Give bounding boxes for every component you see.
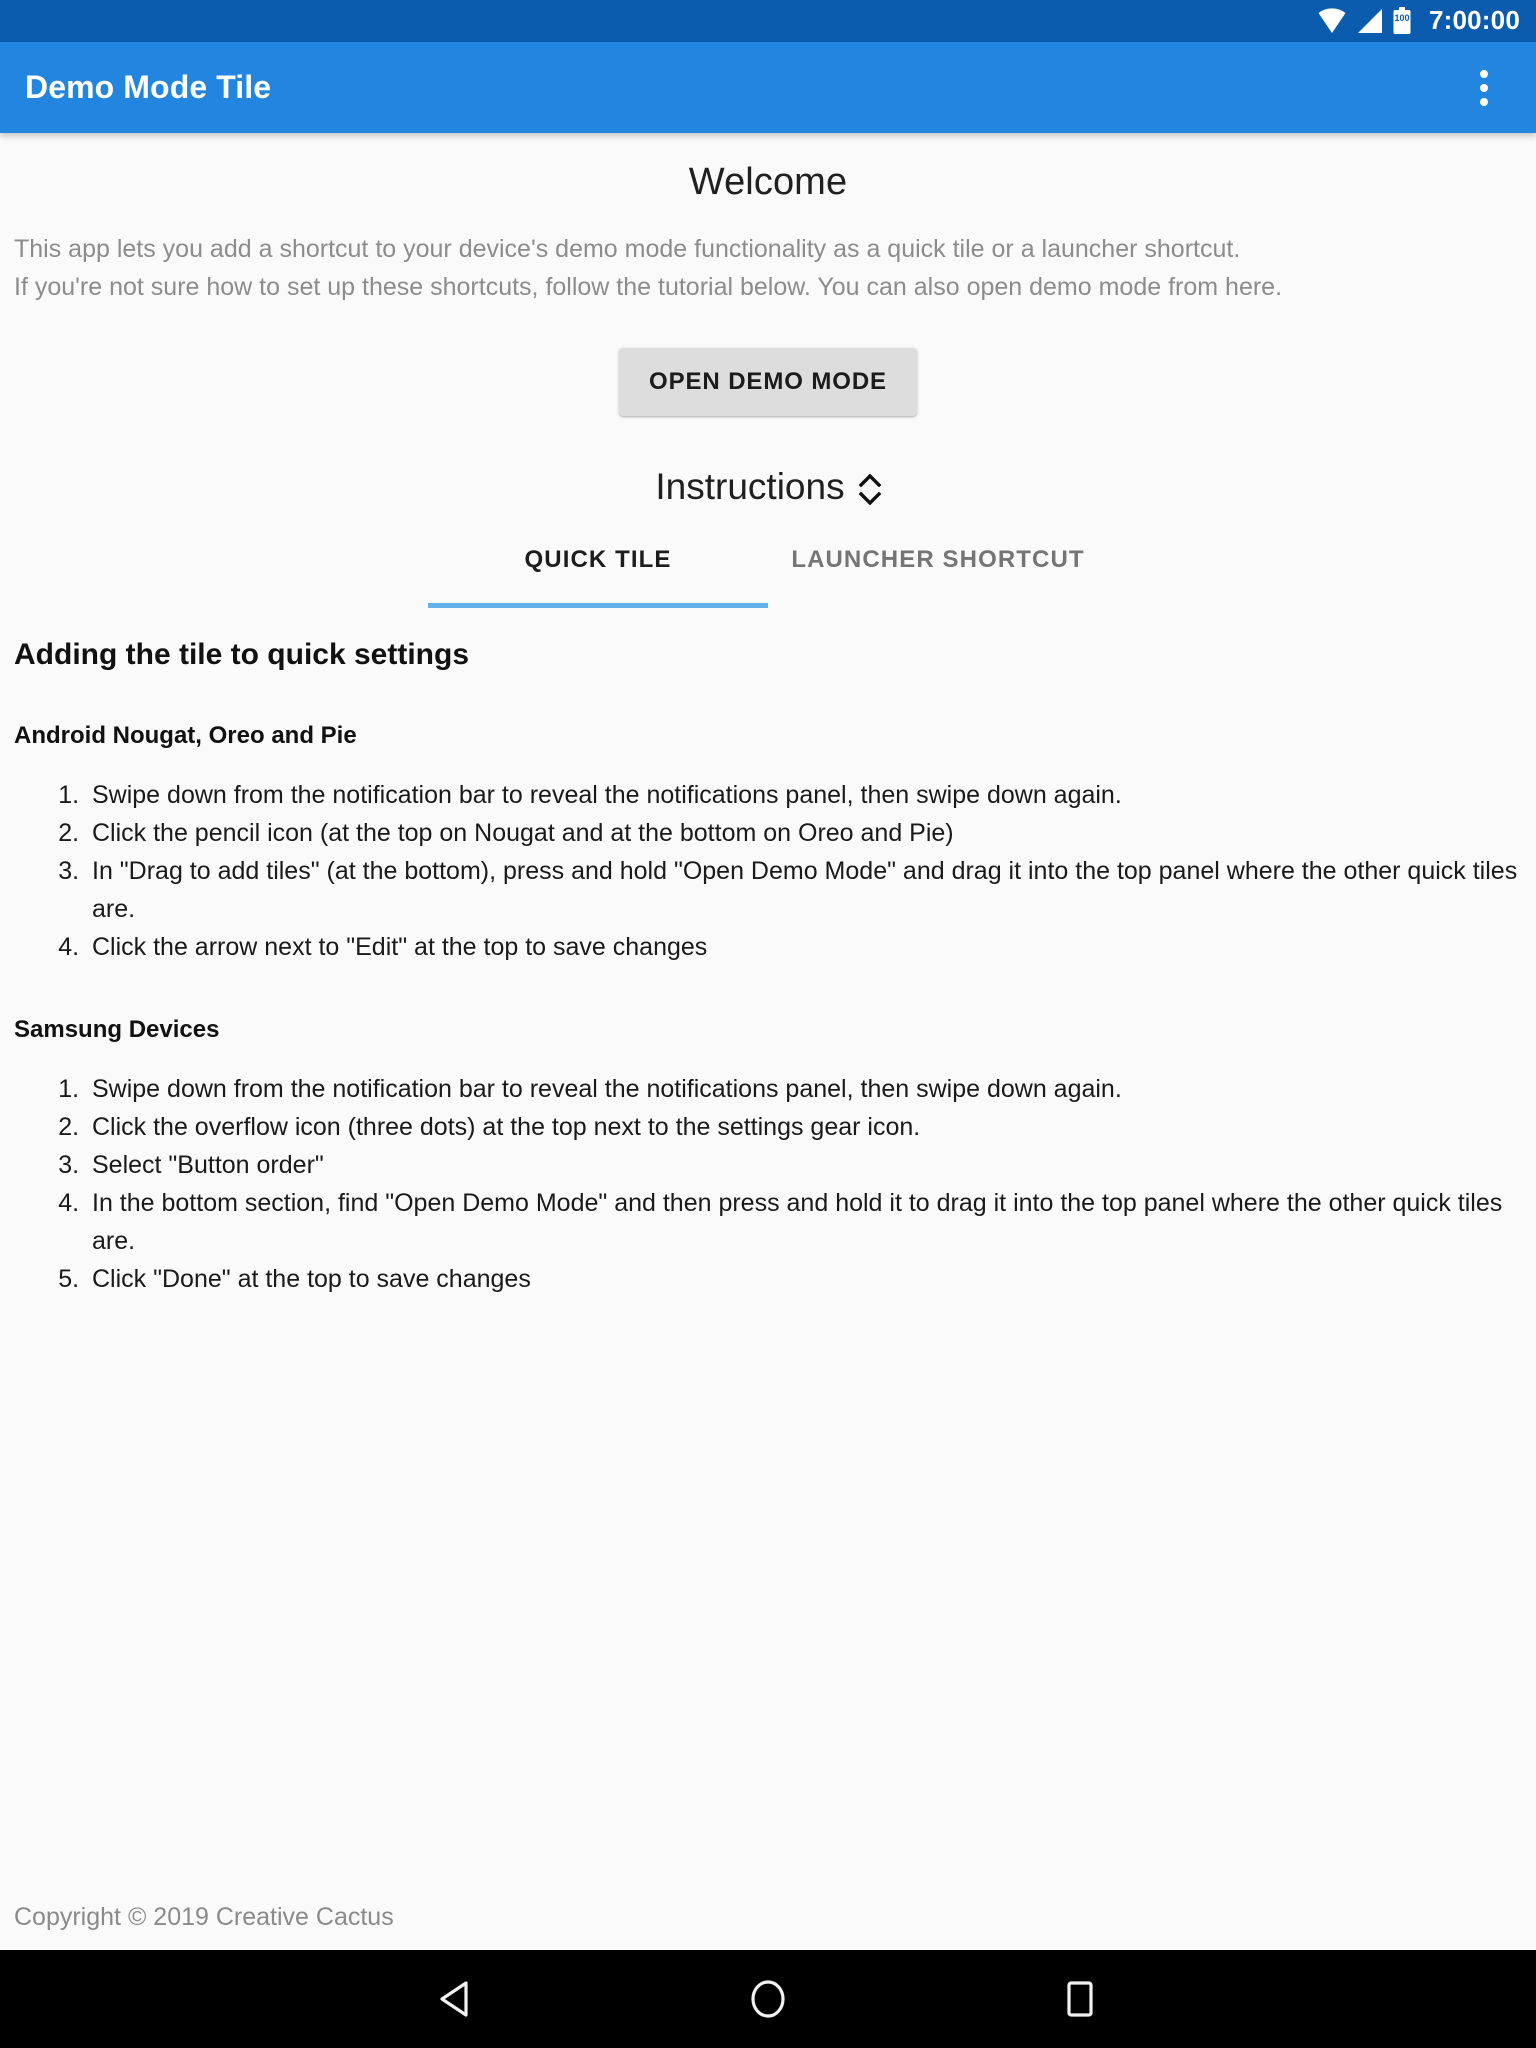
- tutorial-steps-samsung: Swipe down from the notification bar to …: [14, 1070, 1522, 1298]
- instructions-title: Instructions: [655, 466, 845, 507]
- main-content: Welcome This app lets you add a shortcut…: [0, 133, 1536, 1950]
- home-button[interactable]: [708, 1950, 828, 2048]
- cellular-signal-icon: [1357, 9, 1382, 33]
- overflow-dot: [1480, 97, 1488, 106]
- list-item: In "Drag to add tiles" (at the bottom), …: [86, 852, 1522, 928]
- android-screen: 100 7:00:00 Demo Mode Tile Welcome This …: [0, 0, 1536, 2048]
- tutorial-steps-nougat: Swipe down from the notification bar to …: [14, 776, 1522, 966]
- list-item: Click the overflow icon (three dots) at …: [86, 1108, 1522, 1146]
- instructions-header[interactable]: Instructions: [0, 466, 1536, 508]
- copyright-text: Copyright © 2019 Creative Cactus: [14, 1903, 394, 1931]
- welcome-description: This app lets you add a shortcut to your…: [14, 235, 1283, 301]
- tutorial-group-heading-samsung: Samsung Devices: [14, 1016, 220, 1043]
- list-item: Swipe down from the notification bar to …: [86, 776, 1522, 814]
- battery-icon: 100: [1393, 7, 1411, 34]
- recents-button[interactable]: [1020, 1950, 1140, 2048]
- app-bar-title: Demo Mode Tile: [25, 69, 272, 105]
- home-circle-icon: [751, 1980, 785, 2018]
- status-bar-icons: 100 7:00:00: [1317, 7, 1520, 35]
- app-bar: Demo Mode Tile: [0, 42, 1536, 133]
- open-demo-button-container: OPEN DEMO MODE: [0, 348, 1536, 416]
- list-item: Click the pencil icon (at the top on Nou…: [86, 814, 1522, 852]
- tab-launcher-shortcut[interactable]: LAUNCHER SHORTCUT: [768, 538, 1108, 608]
- tutorial-group-heading-nougat: Android Nougat, Oreo and Pie: [14, 722, 357, 749]
- expand-collapse-chevron-icon[interactable]: [858, 470, 881, 505]
- back-button[interactable]: [396, 1950, 516, 2048]
- wifi-icon: [1318, 8, 1346, 33]
- list-item: In the bottom section, find "Open Demo M…: [86, 1184, 1522, 1260]
- overflow-dot: [1480, 83, 1488, 92]
- open-demo-mode-button[interactable]: OPEN DEMO MODE: [619, 348, 917, 416]
- instructions-tab-bar: QUICK TILE LAUNCHER SHORTCUT: [0, 538, 1536, 608]
- list-item: Select "Button order": [86, 1146, 1522, 1184]
- overflow-menu-icon[interactable]: [1456, 53, 1512, 123]
- list-item: Swipe down from the notification bar to …: [86, 1070, 1522, 1108]
- android-navigation-bar: [0, 1950, 1536, 2048]
- footer: Copyright © 2019 Creative Cactus: [0, 1903, 1536, 1950]
- status-bar: 100 7:00:00: [0, 0, 1536, 42]
- status-bar-clock: 7:00:00: [1428, 5, 1520, 35]
- back-triangle-icon: [440, 1981, 468, 2017]
- page-title: Welcome: [688, 161, 848, 203]
- list-item: Click the arrow next to "Edit" at the to…: [86, 928, 1522, 966]
- recents-square-icon: [1067, 1981, 1093, 2017]
- tutorial-section-title: Adding the tile to quick settings: [14, 638, 470, 671]
- battery-level-text: 100: [1394, 13, 1409, 23]
- list-item: Click "Done" at the top to save changes: [86, 1260, 1522, 1298]
- tab-quick-tile[interactable]: QUICK TILE: [428, 538, 768, 608]
- tutorial-body: Adding the tile to quick settings Androi…: [0, 638, 1536, 1298]
- overflow-dot: [1480, 69, 1488, 78]
